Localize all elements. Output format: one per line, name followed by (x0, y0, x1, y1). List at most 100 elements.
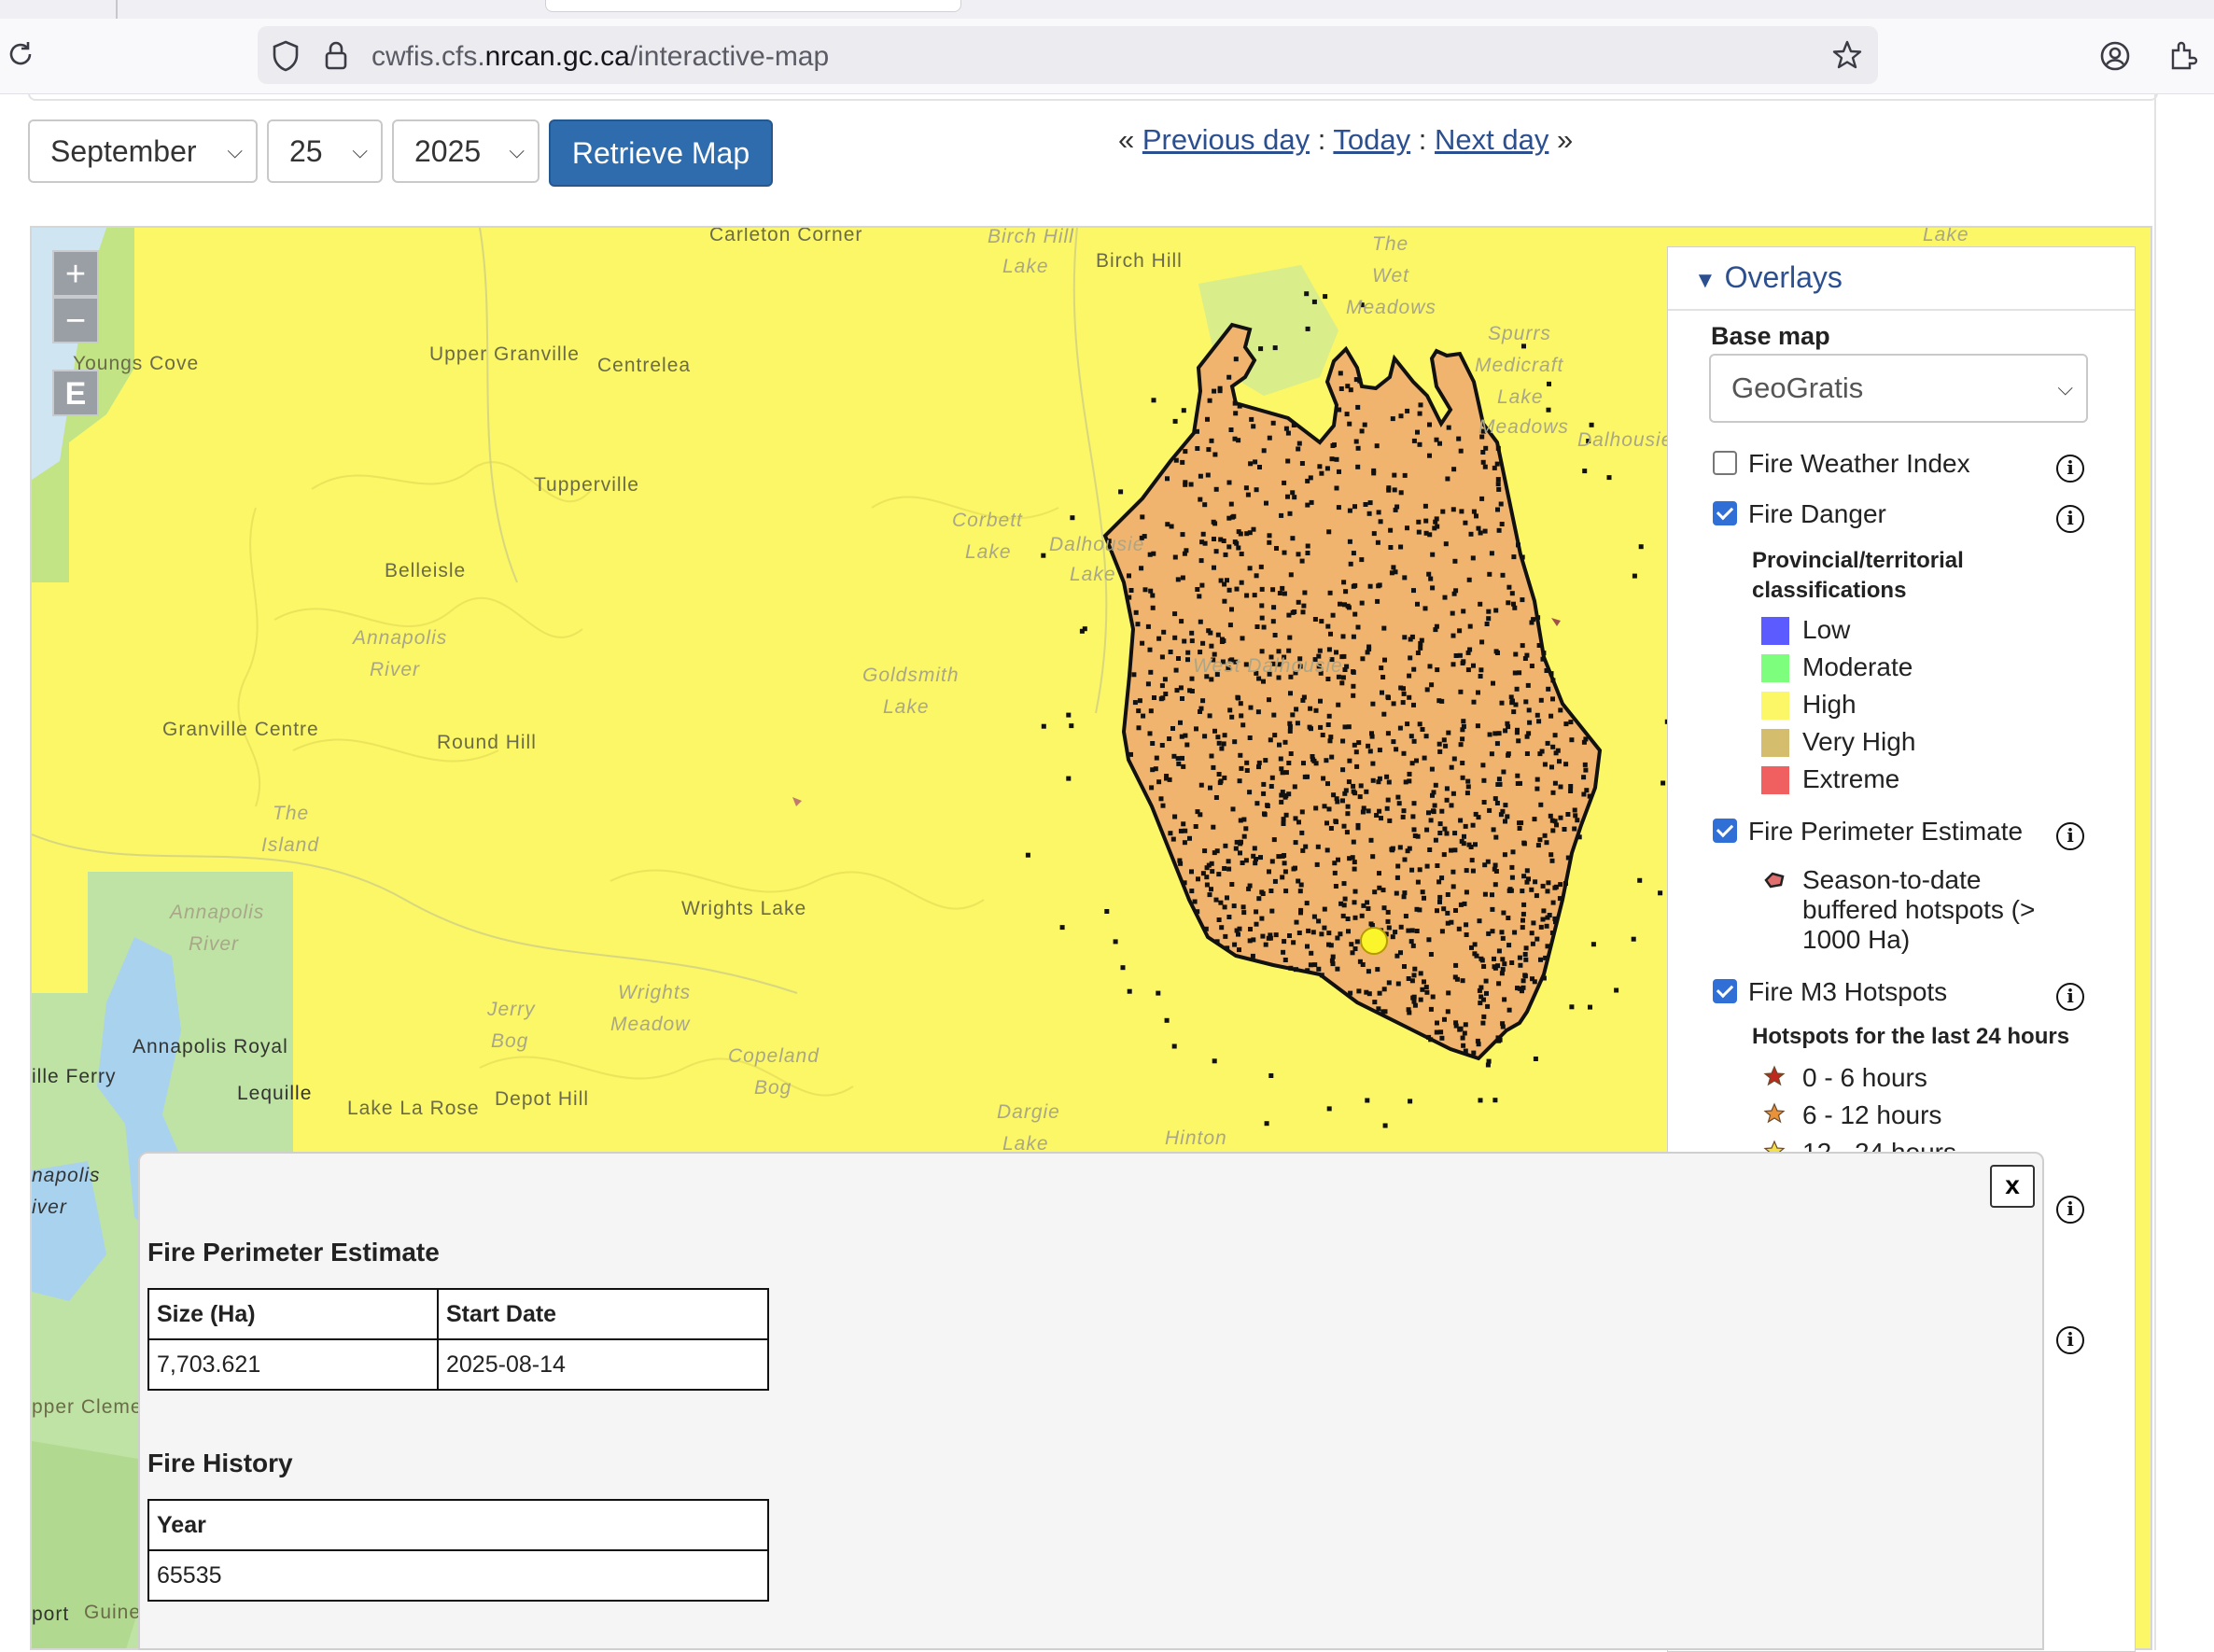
m3-hotspots-label[interactable]: Fire M3 Hotspots (1748, 977, 1947, 1007)
hotspot-dot (1238, 752, 1243, 758)
fwi-checkbox[interactable] (1713, 451, 1737, 475)
legend-label: High (1802, 690, 1857, 719)
day-select[interactable]: 25 ⌵ (267, 119, 383, 183)
hotspot-dot (1195, 809, 1200, 815)
hotspot-dot (1435, 908, 1439, 914)
bookmark-star-icon[interactable] (1831, 39, 1863, 76)
hotspot-dot (1268, 1073, 1274, 1078)
overlays-header[interactable]: ▼ Overlays (1668, 247, 2135, 311)
url-text[interactable]: cwfis.cfs.nrcan.gc.ca/interactive-map (371, 41, 829, 73)
reload-icon[interactable] (6, 39, 35, 75)
hotspot-dot (1588, 1004, 1592, 1010)
hotspot-dot (1418, 645, 1423, 651)
hotspot-dot (1230, 806, 1236, 812)
zoom-in-button[interactable]: + (52, 250, 99, 297)
hotspot-dot (1271, 605, 1277, 610)
hotspot-dot (1231, 513, 1237, 519)
extensions-icon[interactable] (2167, 39, 2199, 76)
hotspot-dot (1357, 794, 1363, 800)
hotspot-dot (1359, 557, 1365, 563)
close-button[interactable]: x (1990, 1165, 2035, 1208)
month-select[interactable]: September ⌵ (28, 119, 258, 183)
hotspot-dot (1293, 865, 1297, 871)
hotspot-dot (1381, 625, 1387, 631)
hotspot-dot (1487, 807, 1492, 813)
hotspot-dot (1283, 770, 1289, 776)
year-select[interactable]: 2025 ⌵ (392, 119, 539, 183)
hotspot-dot (1324, 847, 1330, 853)
hotspot-dot (1517, 826, 1522, 831)
hotspot-dot (1314, 861, 1320, 867)
m3-hotspots-checkbox[interactable] (1713, 979, 1737, 1003)
fire-perimeter-checkbox[interactable] (1713, 819, 1737, 843)
hotspot-dot (1156, 636, 1162, 641)
hotspot-dot (1388, 545, 1394, 550)
hotspot-dot (1477, 987, 1482, 993)
lock-icon[interactable] (323, 39, 349, 76)
hotspot-dot (1437, 821, 1443, 827)
shield-icon[interactable] (271, 39, 301, 77)
fire-perimeter-label[interactable]: Fire Perimeter Estimate (1748, 817, 2023, 847)
full-extent-button[interactable]: E (52, 370, 99, 416)
hotspot-dot (1279, 799, 1284, 805)
hotspot-dot (1457, 652, 1463, 658)
today-link[interactable]: Today (1333, 123, 1410, 156)
hotspot-dot (1272, 345, 1278, 351)
info-icon[interactable]: i (2056, 1196, 2084, 1224)
hotspot-dot (1426, 937, 1432, 943)
hotspot-dot (1491, 680, 1495, 686)
overlays-title[interactable]: ▼ Overlays (1694, 260, 1843, 295)
fire-danger-checkbox[interactable] (1713, 501, 1737, 525)
table-row: 7,703.621 2025-08-14 (147, 1338, 769, 1391)
info-icon[interactable]: i (2056, 505, 2084, 533)
place-label: Lequille (237, 1083, 313, 1104)
hotspot-dot (1218, 537, 1224, 542)
next-day-link[interactable]: Next day (1435, 123, 1548, 156)
hotspot-dot (1185, 657, 1190, 663)
hotspot-dot (1424, 827, 1430, 833)
hotspot-dot (1442, 595, 1448, 600)
fire-danger-label[interactable]: Fire Danger (1748, 499, 1886, 529)
hotspot-dot (1495, 651, 1500, 655)
place-label: Centrelea (597, 355, 692, 376)
hotspot-dot (1487, 571, 1492, 577)
info-icon[interactable]: i (2056, 1326, 2084, 1354)
hotspot-dot (1478, 1098, 1483, 1103)
hotspot-dot (1444, 786, 1450, 791)
info-icon[interactable]: i (2056, 822, 2084, 850)
place-label: River (370, 659, 421, 680)
info-icon[interactable]: i (2056, 455, 2084, 483)
hotspot-dot (1259, 615, 1265, 621)
info-icon[interactable]: i (2056, 983, 2084, 1011)
hotspot-dot (1453, 1020, 1459, 1026)
fwi-label[interactable]: Fire Weather Index (1748, 449, 1970, 479)
hotspot-dot (1531, 920, 1536, 926)
hotspot-dot (1150, 741, 1156, 746)
hotspot-dot (1524, 868, 1530, 874)
active-tab[interactable] (545, 0, 961, 12)
hotspot-dot (1535, 615, 1541, 621)
hotspot-dot (1147, 731, 1153, 736)
column-header: Start Date (437, 1288, 769, 1340)
hotspot-dot (1287, 511, 1293, 516)
hotspot-dot (1351, 693, 1356, 698)
hotspot-dot (1184, 742, 1190, 748)
hotspot-dot (1550, 744, 1556, 749)
hotspot-dot (1152, 695, 1156, 700)
hotspot-dot (1400, 700, 1406, 706)
hotspot-dot (1212, 537, 1216, 541)
hotspot-dot (1494, 801, 1500, 805)
hotspot-dot (1351, 634, 1356, 639)
previous-day-link[interactable]: Previous day (1142, 123, 1310, 156)
hotspot-dot (1286, 761, 1292, 765)
account-icon[interactable] (2098, 39, 2132, 77)
hotspot-dot (1263, 758, 1268, 763)
basemap-select[interactable]: GeoGratis ⌵ (1709, 354, 2088, 423)
hotspot-dot (1296, 552, 1301, 557)
hotspot-dot (1225, 945, 1230, 951)
hotspot-dot (1366, 906, 1371, 911)
hotspot-dot (1565, 855, 1571, 861)
hotspot-dot (1375, 539, 1380, 545)
zoom-out-button[interactable]: − (52, 297, 99, 343)
retrieve-map-button[interactable]: Retrieve Map (549, 119, 773, 187)
